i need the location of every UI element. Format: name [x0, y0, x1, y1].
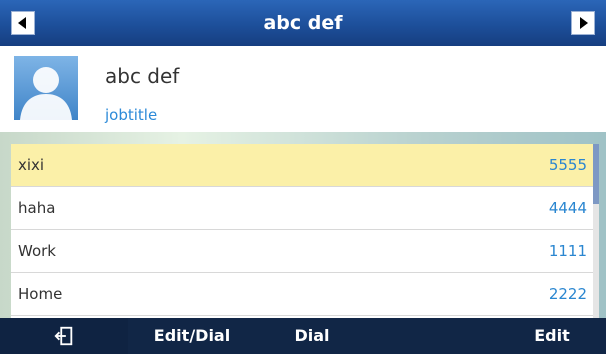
contact-header: abc def jobtitle — [0, 46, 606, 132]
list-item[interactable]: haha 4444 — [11, 187, 599, 230]
back-softkey[interactable] — [0, 318, 128, 354]
softkey-bar: Edit/Dial Dial Edit — [0, 318, 606, 354]
phone-screen: abc def abc def jobtitle xixi 5555 haha … — [0, 0, 606, 354]
number-label: haha — [18, 199, 56, 217]
phone-number: 4444 — [548, 199, 587, 217]
edit-softkey[interactable]: Edit — [512, 318, 592, 354]
triangle-right-icon — [580, 17, 588, 29]
scrollbar-thumb[interactable] — [593, 144, 599, 204]
list-item[interactable]: Work 1111 — [11, 230, 599, 273]
phone-number: 1111 — [548, 242, 587, 260]
page-title: abc def — [263, 12, 343, 34]
contact-name: abc def — [105, 64, 180, 88]
number-label: xixi — [18, 156, 45, 174]
scrollbar[interactable] — [593, 144, 599, 318]
avatar — [14, 56, 78, 120]
edit-dial-softkey[interactable]: Edit/Dial — [132, 318, 252, 354]
contact-job-title: jobtitle — [105, 106, 158, 124]
number-list: xixi 5555 haha 4444 Work 1111 Home 2222 — [11, 144, 599, 318]
list-item[interactable]: Home 2222 — [11, 273, 599, 316]
person-silhouette-icon — [20, 67, 72, 120]
number-label: Work — [18, 242, 56, 260]
title-bar: abc def — [0, 0, 606, 47]
list-item[interactable]: xixi 5555 — [11, 144, 599, 187]
number-label: Home — [18, 285, 63, 303]
phone-number: 2222 — [548, 285, 587, 303]
next-contact-button[interactable] — [571, 11, 595, 35]
exit-icon — [54, 326, 73, 346]
phone-number: 5555 — [548, 156, 587, 174]
dial-softkey[interactable]: Dial — [272, 318, 352, 354]
